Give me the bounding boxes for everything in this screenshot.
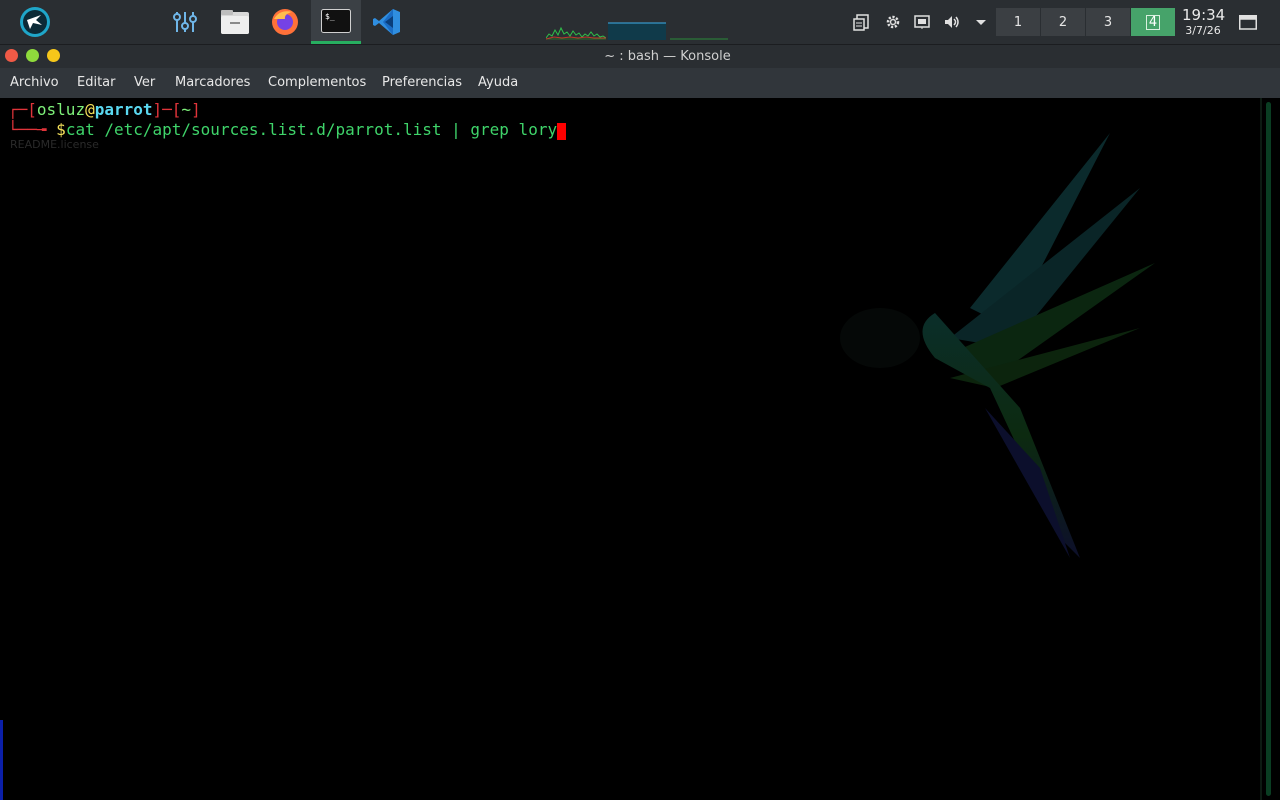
menu-preferencias[interactable]: Preferencias xyxy=(382,75,462,90)
menu-ayuda[interactable]: Ayuda xyxy=(478,75,518,90)
top-panel: $_ 1 2 3 4 19:34 3/7/26 xyxy=(0,0,1280,44)
prompt-line: ┌─[osluz@parrot]─[~] xyxy=(8,100,201,119)
desktop-1-button[interactable]: 1 xyxy=(996,8,1040,36)
prompt-user: osluz xyxy=(36,100,86,119)
prompt-symbol: $ xyxy=(56,120,66,139)
prompt-bracket-close: ] xyxy=(191,100,201,119)
terminal-icon[interactable]: $_ xyxy=(311,0,361,44)
prompt-separator: ]─[ xyxy=(152,100,182,119)
settings-gear-icon[interactable] xyxy=(882,11,904,33)
menu-archivo[interactable]: Archivo xyxy=(10,75,59,90)
clock-date: 3/7/26 xyxy=(1185,24,1221,37)
firefox-icon[interactable] xyxy=(260,0,310,44)
chevron-down-icon[interactable] xyxy=(970,11,992,33)
menu-complementos[interactable]: Complementos xyxy=(268,75,366,90)
svg-text:$_: $_ xyxy=(325,12,335,21)
prompt-at: @ xyxy=(85,100,95,119)
desktop-2-button[interactable]: 2 xyxy=(1041,8,1085,36)
prompt-dir: ~ xyxy=(181,100,192,119)
scrollbar-track xyxy=(1260,98,1262,800)
vscode-icon[interactable] xyxy=(362,0,412,44)
prompt-corner-bottom: └──╼ xyxy=(8,120,57,139)
scrollbar[interactable] xyxy=(1266,102,1271,796)
text-cursor xyxy=(557,123,567,140)
desktop-4-button[interactable]: 4 xyxy=(1131,8,1175,36)
parrot-menu-icon[interactable] xyxy=(10,0,60,44)
network-icon[interactable] xyxy=(911,11,933,33)
show-desktop-icon[interactable] xyxy=(1237,11,1259,33)
clock-time: 19:34 xyxy=(1182,6,1226,24)
clipboard-icon[interactable] xyxy=(851,11,873,33)
menu-marcadores[interactable]: Marcadores xyxy=(175,75,250,90)
menu-bar: Archivo Editar Ver Marcadores Complement… xyxy=(0,68,1280,98)
menu-editar[interactable]: Editar xyxy=(77,75,116,90)
memory-graph xyxy=(608,22,666,40)
clock[interactable]: 19:34 3/7/26 xyxy=(1182,6,1226,38)
desktop-3-button[interactable]: 3 xyxy=(1086,8,1130,36)
file-manager-icon[interactable] xyxy=(210,0,260,44)
cpu-graph xyxy=(546,26,606,40)
window-title: ~ : bash — Konsole xyxy=(604,49,731,64)
parrot-watermark-logo xyxy=(840,133,1155,558)
ghost-filename: README.license xyxy=(10,138,99,151)
prompt-corner-top: ┌─[ xyxy=(8,100,37,119)
prompt-host: parrot xyxy=(94,100,153,119)
menu-ver[interactable]: Ver xyxy=(134,75,155,90)
left-edge-marker xyxy=(0,720,3,800)
mixer-settings-icon[interactable] xyxy=(160,0,210,44)
command-text: cat /etc/apt/sources.list.d/parrot.list … xyxy=(65,120,558,139)
terminal-area[interactable]: ┌─[osluz@parrot]─[~] └──╼ $cat /etc/apt/… xyxy=(0,98,1280,800)
window-titlebar[interactable]: ~ : bash — Konsole xyxy=(0,44,1280,68)
command-line[interactable]: └──╼ $cat /etc/apt/sources.list.d/parrot… xyxy=(8,120,567,140)
network-graph xyxy=(670,38,728,40)
active-desktop-label: 4 xyxy=(1145,14,1161,30)
volume-icon[interactable] xyxy=(941,11,963,33)
